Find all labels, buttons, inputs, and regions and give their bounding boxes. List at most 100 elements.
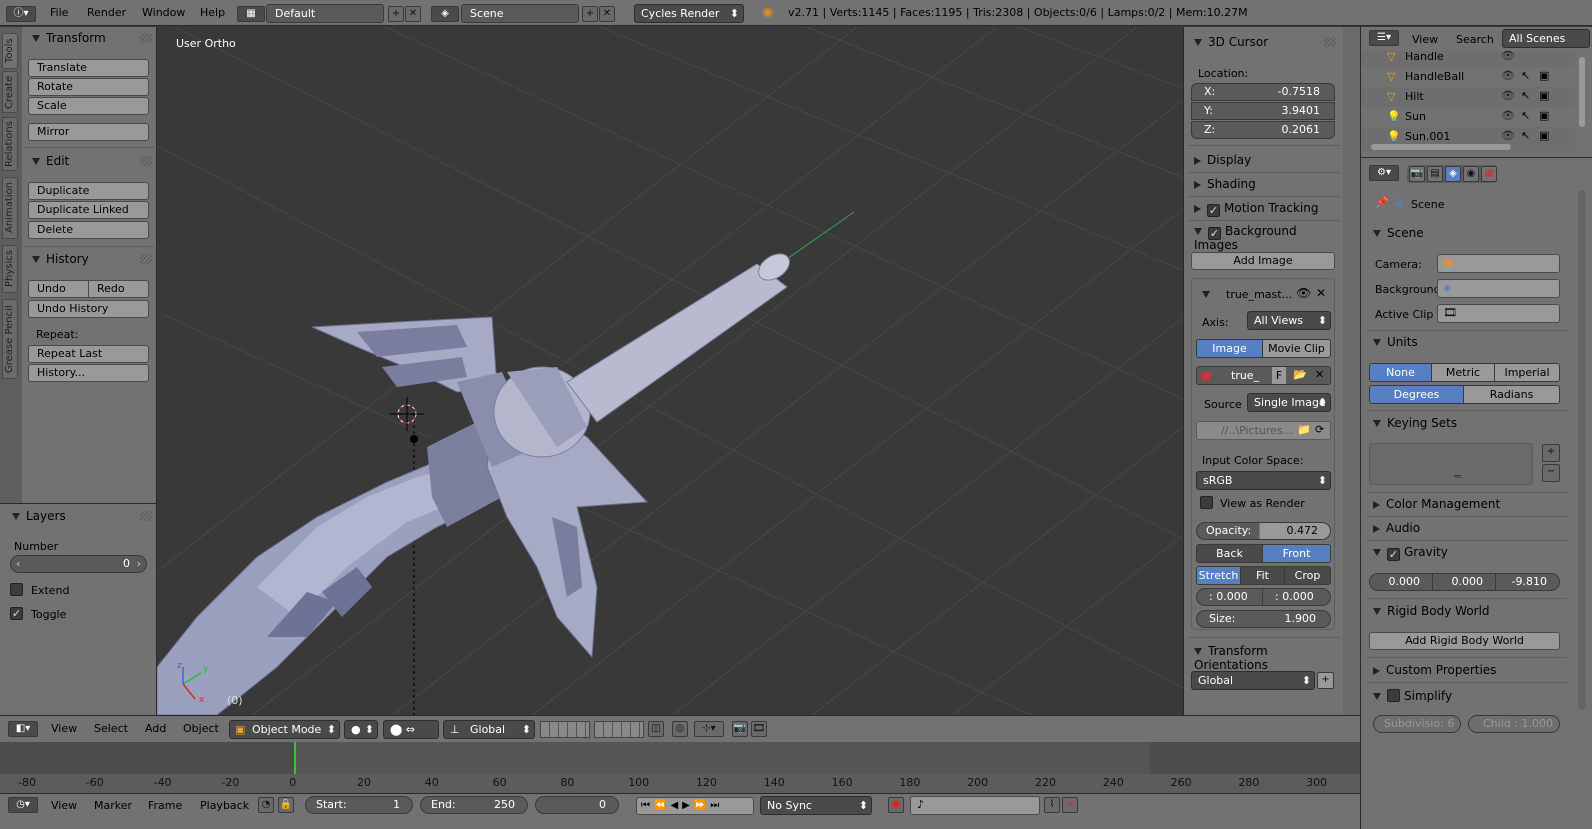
color-space-dropdown[interactable]: sRGB ⬍ (1196, 471, 1331, 490)
remove-layout-icon[interactable]: ✕ (405, 6, 421, 22)
arrow-left-icon[interactable]: ‹ (16, 556, 20, 572)
add-image-button[interactable]: Add Image (1191, 252, 1335, 270)
simplify-checkbox[interactable] (1387, 689, 1400, 702)
timeline-menu-marker[interactable]: Marker (94, 799, 132, 812)
add-rigid-body-world-button[interactable]: Add Rigid Body World (1369, 632, 1560, 650)
texture-tab-icon[interactable]: ▦ (1481, 166, 1497, 182)
preview-range-icon[interactable]: ◔ (258, 797, 274, 813)
edit-header[interactable]: Edit (32, 154, 69, 168)
eye-icon[interactable]: 👁 (1296, 286, 1311, 300)
simplify-header[interactable]: Simplify (1373, 687, 1452, 703)
panel-grip-icon[interactable] (140, 33, 152, 43)
render-toggle-icon[interactable]: ▣ (1539, 109, 1549, 122)
cursor-select-icon[interactable]: ↖ (1521, 69, 1530, 82)
current-frame-field[interactable]: 0 (535, 796, 619, 814)
outliner-row[interactable]: ▽ Handle 👁 (1361, 51, 1575, 67)
duplicate-button[interactable]: Duplicate (28, 182, 149, 200)
fake-user-button[interactable]: F (1272, 367, 1286, 384)
background-images-checkbox[interactable]: ✓ (1208, 227, 1221, 240)
cursor-select-icon[interactable]: ↖ (1521, 89, 1530, 102)
panel-grip-icon[interactable] (140, 156, 152, 166)
add-scene-icon[interactable]: + (582, 6, 598, 22)
sync-dropdown[interactable]: No Sync ⬍ (760, 796, 872, 815)
history-header[interactable]: History (32, 252, 89, 266)
degrees-button[interactable]: Degrees (1369, 385, 1464, 404)
motion-tracking-checkbox[interactable]: ✓ (1207, 204, 1220, 217)
unlink-icon[interactable]: ✕ (1315, 368, 1324, 381)
render-toggle-icon[interactable]: ▣ (1539, 129, 1549, 142)
delete-button[interactable]: Delete (28, 221, 149, 239)
cursor-y-field[interactable]: Y: 3.9401 (1191, 102, 1335, 120)
scene-tab-icon[interactable]: ◈ (1445, 166, 1461, 182)
render-toggle-icon[interactable]: ▣ (1539, 69, 1549, 82)
pivot-dropdown[interactable]: ⬤ ⇔ (383, 720, 439, 739)
translate-button[interactable]: Translate (28, 59, 149, 77)
tab-animation[interactable]: Animation (2, 177, 18, 239)
cursor-header[interactable]: 3D Cursor (1194, 35, 1268, 49)
render-animation-icon[interactable]: 🎞 (751, 721, 767, 737)
panel-grip-icon[interactable] (140, 254, 152, 264)
menu-select[interactable]: Select (94, 722, 128, 735)
image-entry-header[interactable] (1202, 287, 1216, 300)
background-field[interactable]: ◈ (1437, 279, 1560, 298)
timeline-menu-playback[interactable]: Playback (200, 799, 249, 812)
opacity-slider[interactable]: Opacity: 0.472 (1196, 522, 1331, 540)
lock-time-icon[interactable]: 🔒 (278, 797, 294, 813)
menu-file[interactable]: File (50, 6, 68, 19)
transform-header[interactable]: Transform (32, 31, 106, 45)
scene-field[interactable]: Scene (461, 4, 579, 23)
rigid-body-world-header[interactable]: Rigid Body World (1373, 604, 1490, 618)
tab-tools[interactable]: Tools (2, 33, 18, 69)
close-icon[interactable]: ✕ (1316, 286, 1326, 300)
image-selector[interactable]: ▣ true_ F 📂 ✕ (1196, 366, 1331, 385)
delete-keyframe-icon[interactable]: ✂ (1062, 797, 1078, 813)
mirror-button[interactable]: Mirror (28, 123, 149, 141)
gravity-checkbox[interactable]: ✓ (1387, 548, 1400, 561)
layer-buttons-1[interactable] (540, 721, 590, 738)
number-field[interactable]: ‹ 0 › (10, 555, 147, 573)
add-keying-set-icon[interactable]: + (1542, 444, 1560, 462)
reload-icon[interactable]: ⟳ (1315, 423, 1324, 436)
tab-physics[interactable]: Physics (2, 245, 18, 293)
menu-render[interactable]: Render (87, 6, 126, 19)
active-clip-field[interactable]: 🎞 (1437, 304, 1560, 323)
snap-element-icon[interactable]: ⊹▾ (694, 721, 724, 737)
stretch-button[interactable]: Stretch (1196, 566, 1241, 585)
keying-set-field[interactable]: ♪ (910, 796, 1040, 815)
units-imperial-button[interactable]: Imperial (1494, 363, 1560, 382)
crop-button[interactable]: Crop (1284, 566, 1331, 585)
cursor-z-field[interactable]: Z: 0.2061 (1191, 121, 1335, 139)
menu-add[interactable]: Add (145, 722, 166, 735)
radians-button[interactable]: Radians (1463, 385, 1560, 404)
redo-button[interactable]: Redo (88, 280, 149, 298)
render-icon[interactable]: 📷 (732, 721, 748, 737)
cursor-select-icon[interactable]: ↖ (1521, 129, 1530, 142)
playback-controls[interactable]: ⏮⏪◀▶⏩⏭ (636, 797, 754, 815)
menu-window[interactable]: Window (142, 6, 185, 19)
tab-create[interactable]: Create (2, 71, 18, 113)
gravity-x-field[interactable]: 0.000 (1369, 573, 1433, 591)
duplicate-linked-button[interactable]: Duplicate Linked (28, 201, 149, 219)
world-tab-icon[interactable]: ◉ (1463, 166, 1479, 182)
undo-button[interactable]: Undo (28, 280, 89, 298)
scene-icon[interactable]: ◈ (431, 6, 459, 22)
folder-icon[interactable]: 📁 (1297, 423, 1311, 436)
proportional-edit-icon[interactable]: ◎ (672, 721, 688, 737)
gravity-z-field[interactable]: -9.810 (1495, 573, 1560, 591)
eye-icon[interactable]: 👁 (1501, 109, 1515, 122)
transform-orientations-header[interactable]: Transform Orientations (1194, 644, 1343, 672)
scene-header[interactable]: Scene (1373, 226, 1424, 240)
display-header[interactable]: Display (1194, 153, 1251, 167)
eye-icon[interactable]: 👁 (1501, 89, 1515, 102)
pin-icon[interactable]: 📌 (1375, 196, 1389, 209)
outliner-row[interactable]: ▽ Hilt 👁 ↖ ▣ (1361, 87, 1575, 107)
outliner-scope-dropdown[interactable]: All Scenes (1502, 29, 1590, 48)
layers-header[interactable]: Layers (12, 509, 66, 523)
outliner-hscrollbar[interactable] (1371, 144, 1511, 150)
axis-dropdown[interactable]: All Views ⬍ (1247, 311, 1331, 330)
motion-tracking-header[interactable]: ✓ Motion Tracking (1194, 201, 1318, 217)
lock-layers-icon[interactable]: ◫ (648, 721, 664, 737)
cursor-x-field[interactable]: X: -0.7518 (1191, 83, 1335, 101)
outliner-vscrollbar[interactable] (1579, 57, 1585, 127)
outliner-editor-type-icon[interactable]: ☰▾ (1369, 30, 1399, 46)
